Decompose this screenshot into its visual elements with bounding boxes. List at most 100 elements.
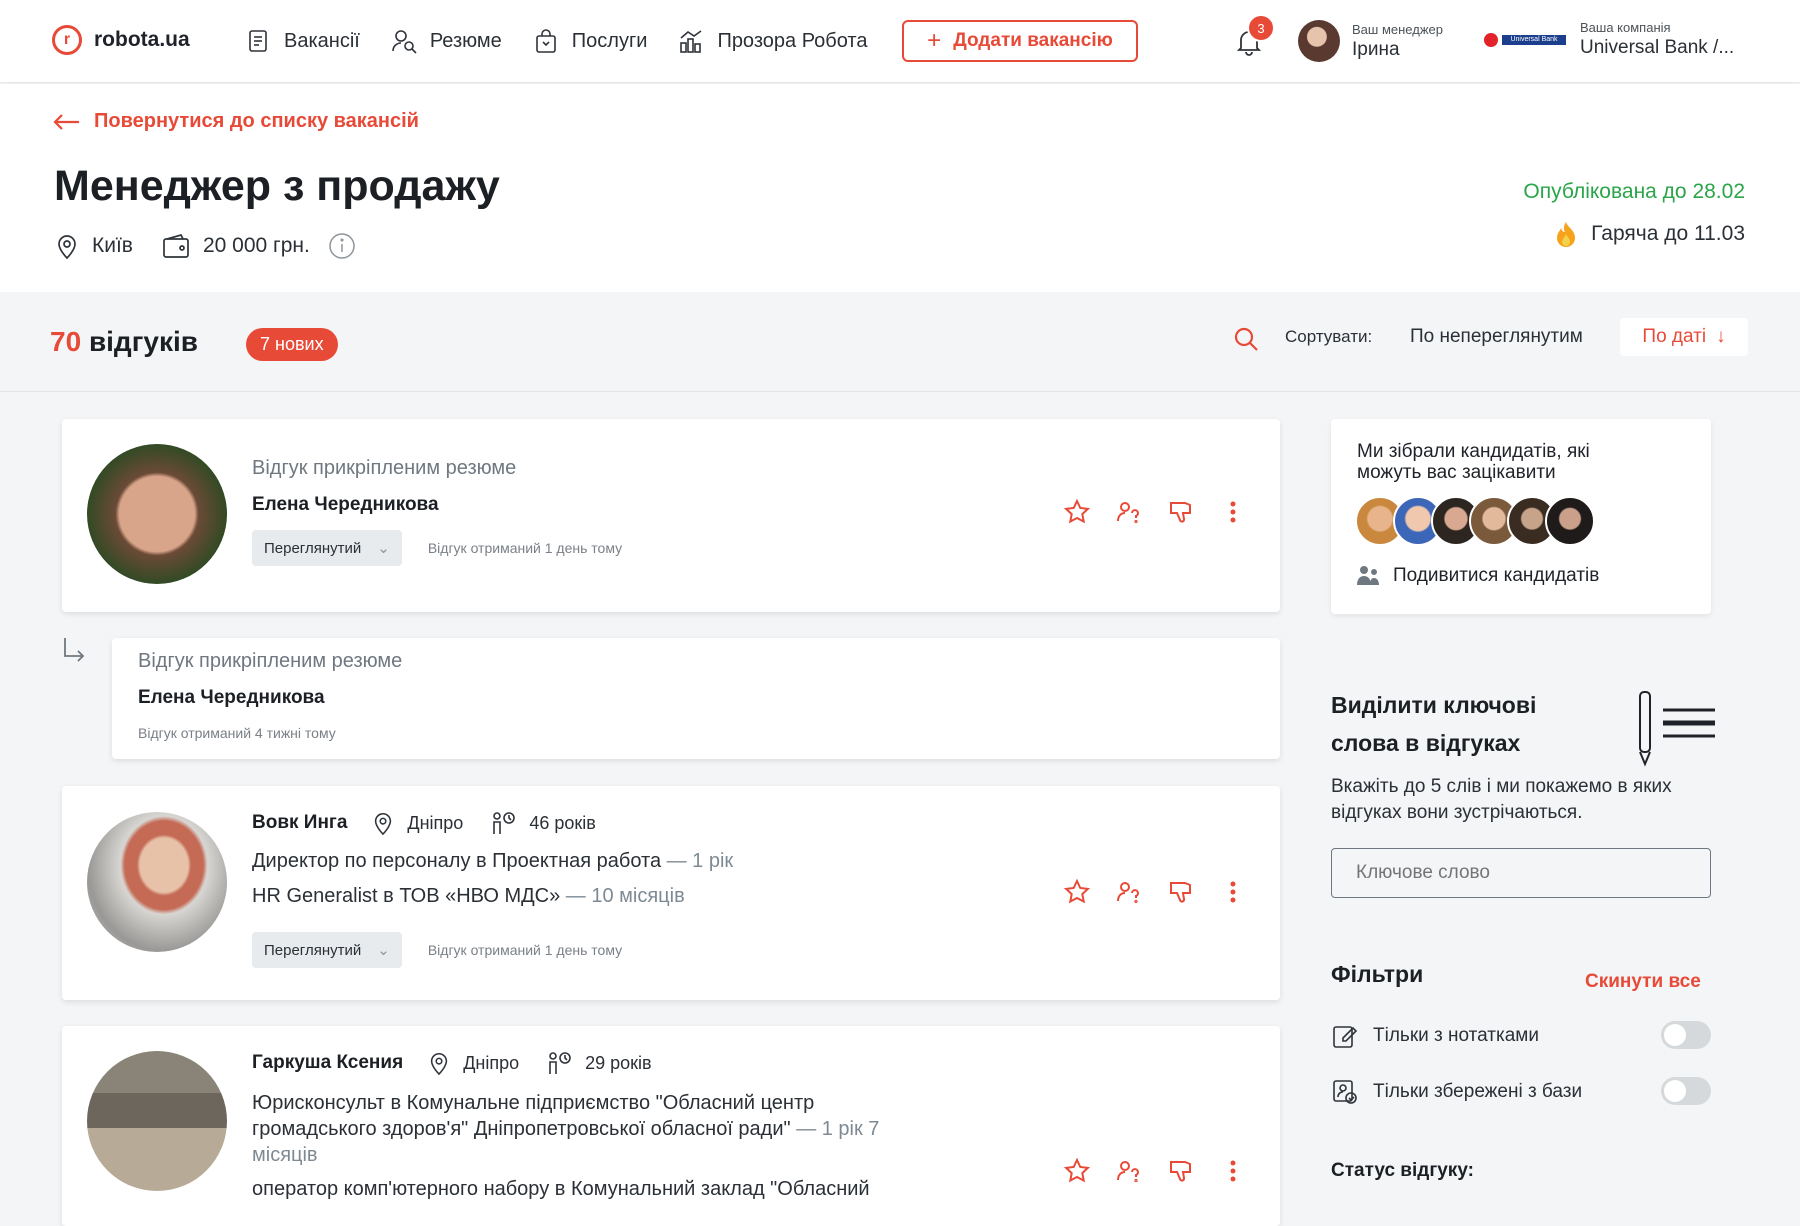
notes-toggle[interactable] (1661, 1021, 1711, 1049)
thumbs-down-icon[interactable] (1168, 879, 1194, 905)
response-card[interactable]: Відгук прикріпленим резюме Елена Чередни… (112, 638, 1280, 759)
job-duration: — 1 рік (666, 850, 734, 872)
job-title: HR Generalist в ТОВ «НВО МДС» (252, 885, 561, 907)
add-vacancy-label: Додати вакансію (953, 30, 1113, 51)
candidate-avatars (1355, 496, 1595, 546)
response-card[interactable]: Гаркуша Ксения Дніпро 29 років Юрисконсу… (62, 1026, 1280, 1226)
nav-item-resume[interactable]: Резюме (390, 24, 502, 58)
candidate-photo (87, 444, 227, 584)
card-actions (1064, 879, 1246, 905)
person-question-icon[interactable] (1116, 1158, 1142, 1184)
experience-item: Директор по персоналу в Проектная работа… (252, 850, 733, 873)
view-candidates-link[interactable]: Подивитися кандидатів (1355, 563, 1599, 589)
response-card[interactable]: Відгук прикріпленим резюме Елена Чередни… (62, 419, 1280, 612)
robota-logo[interactable]: r robota.ua (52, 25, 190, 55)
wallet-icon (163, 233, 189, 258)
arrow-left-icon (53, 113, 79, 130)
saved-toggle[interactable] (1661, 1077, 1711, 1105)
filter-label: Тільки з нотатками (1373, 1025, 1539, 1046)
candidate-city: Дніпро (463, 1052, 520, 1073)
received-time: Відгук отриманий 1 день тому (427, 540, 623, 556)
company-logo: Universal Bank (1484, 28, 1566, 52)
chevron-down-icon: ⌄ (377, 540, 390, 557)
sort-by-date-label: По даті (1642, 326, 1707, 347)
person-question-icon[interactable] (1116, 499, 1142, 525)
company-block[interactable]: Universal Bank Ваша компанія Universal B… (1484, 20, 1734, 59)
card-actions (1064, 499, 1246, 525)
keywords-section: Виділити ключові слова в відгуках Вкажіт… (1331, 686, 1715, 898)
star-icon[interactable] (1064, 499, 1090, 525)
main-nav: Вакансії Резюме Послуги Прозора Робота (244, 24, 868, 58)
nav-item-vacancies[interactable]: Вакансії (244, 24, 360, 58)
candidate-photo (87, 812, 227, 952)
card-actions (1064, 1158, 1246, 1184)
info-icon[interactable] (328, 232, 356, 260)
suggested-candidates-panel: Ми зібрали кандидатів, які можуть вас за… (1331, 419, 1711, 614)
chart-building-icon (680, 30, 702, 53)
candidate-name[interactable]: Елена Чередникова (138, 687, 402, 709)
sort-label: Сортувати: (1285, 327, 1373, 346)
location-pin-icon (431, 1053, 448, 1076)
nav-item-services[interactable]: Послуги (532, 24, 647, 58)
experience-item: оператор комп'ютерного набору в Комуналь… (252, 1178, 932, 1201)
status-dropdown[interactable]: Переглянутий ⌄ (252, 530, 402, 566)
filters-title: Фільтри (1331, 961, 1424, 987)
thumbs-down-icon[interactable] (1168, 499, 1194, 525)
vacancy-meta: Київ 20 000 грн. (54, 232, 356, 260)
view-candidates-label: Подивитися кандидатів (1393, 565, 1600, 586)
response-card[interactable]: Вовк Инга Дніпро 46 років Директор по пе… (62, 786, 1280, 1000)
status-dropdown[interactable]: Переглянутий ⌄ (252, 932, 402, 968)
job-title: оператор комп'ютерного набору в Комуналь… (252, 1178, 870, 1200)
sort-by-date[interactable]: По даті ↓ (1620, 318, 1748, 356)
vacancy-title: Менеджер з продажу (54, 162, 500, 210)
candidate-name[interactable]: Гаркуша Ксения (252, 1052, 403, 1074)
add-vacancy-button[interactable]: + Додати вакансію (902, 20, 1138, 62)
hot-label: Гаряча до 11.03 (1591, 222, 1745, 245)
saved-person-icon (1333, 1080, 1357, 1104)
star-icon[interactable] (1064, 1158, 1090, 1184)
manager-caption: Ваш менеджер (1352, 21, 1443, 37)
job-title: Юрисконсульт в Комунальне підприємство "… (252, 1092, 815, 1140)
vacancy-city: Київ (92, 234, 133, 257)
candidate-name[interactable]: Елена Чередникова (252, 494, 622, 516)
status-value: Переглянутий (264, 539, 362, 557)
more-vertical-icon[interactable] (1220, 499, 1246, 525)
manager-avatar (1298, 20, 1340, 62)
more-vertical-icon[interactable] (1220, 879, 1246, 905)
search-icon[interactable] (1232, 325, 1260, 353)
star-icon[interactable] (1064, 879, 1090, 905)
vacancy-salary: 20 000 грн. (202, 234, 310, 257)
reset-filters-button[interactable]: Скинути все (1585, 971, 1701, 993)
person-age-icon (493, 812, 516, 834)
manager-block[interactable]: Ваш менеджер Ірина (1298, 20, 1443, 62)
responses-count: 70 відгуків (50, 326, 198, 358)
company-caption: Ваша компанія (1580, 20, 1671, 35)
keyword-input[interactable] (1331, 848, 1711, 898)
card-content: Вовк Инга Дніпро 46 років Директор по пе… (252, 810, 733, 968)
bank-logo-text: Universal Bank (1502, 34, 1566, 45)
note-edit-icon (1333, 1026, 1358, 1048)
nav-item-transparent-work[interactable]: Прозора Робота (677, 24, 868, 58)
person-question-icon[interactable] (1116, 879, 1142, 905)
candidate-age: 29 років (585, 1052, 652, 1073)
fire-icon (1557, 222, 1576, 247)
back-link-label: Повернутися до списку вакансій (94, 110, 419, 132)
experience-item: Юрисконсульт в Комунальне підприємство "… (252, 1090, 932, 1168)
nav-label: Вакансії (284, 29, 360, 52)
location-pin-icon (58, 235, 76, 260)
sort-by-unseen[interactable]: По непереглянутим (1410, 326, 1583, 348)
candidate-name[interactable]: Вовк Инга (252, 812, 347, 834)
bank-logo-dot (1484, 32, 1498, 47)
new-responses-badge[interactable]: 7 нових (246, 328, 338, 361)
back-to-list-link[interactable]: Повернутися до списку вакансій (52, 110, 419, 133)
vacancy-header: Повернутися до списку вакансій Менеджер … (0, 84, 1800, 292)
published-until: Опублікована до 28.02 (1523, 180, 1745, 203)
thumbs-down-icon[interactable] (1168, 1158, 1194, 1184)
people-icon (1357, 566, 1379, 585)
card-content: Гаркуша Ксения Дніпро 29 років Юрисконсу… (252, 1050, 932, 1201)
job-duration: — 10 місяців (565, 885, 685, 907)
more-vertical-icon[interactable] (1220, 1158, 1246, 1184)
nested-arrow-icon (64, 638, 85, 662)
status-value: Переглянутий (264, 941, 362, 959)
document-icon (249, 30, 267, 52)
